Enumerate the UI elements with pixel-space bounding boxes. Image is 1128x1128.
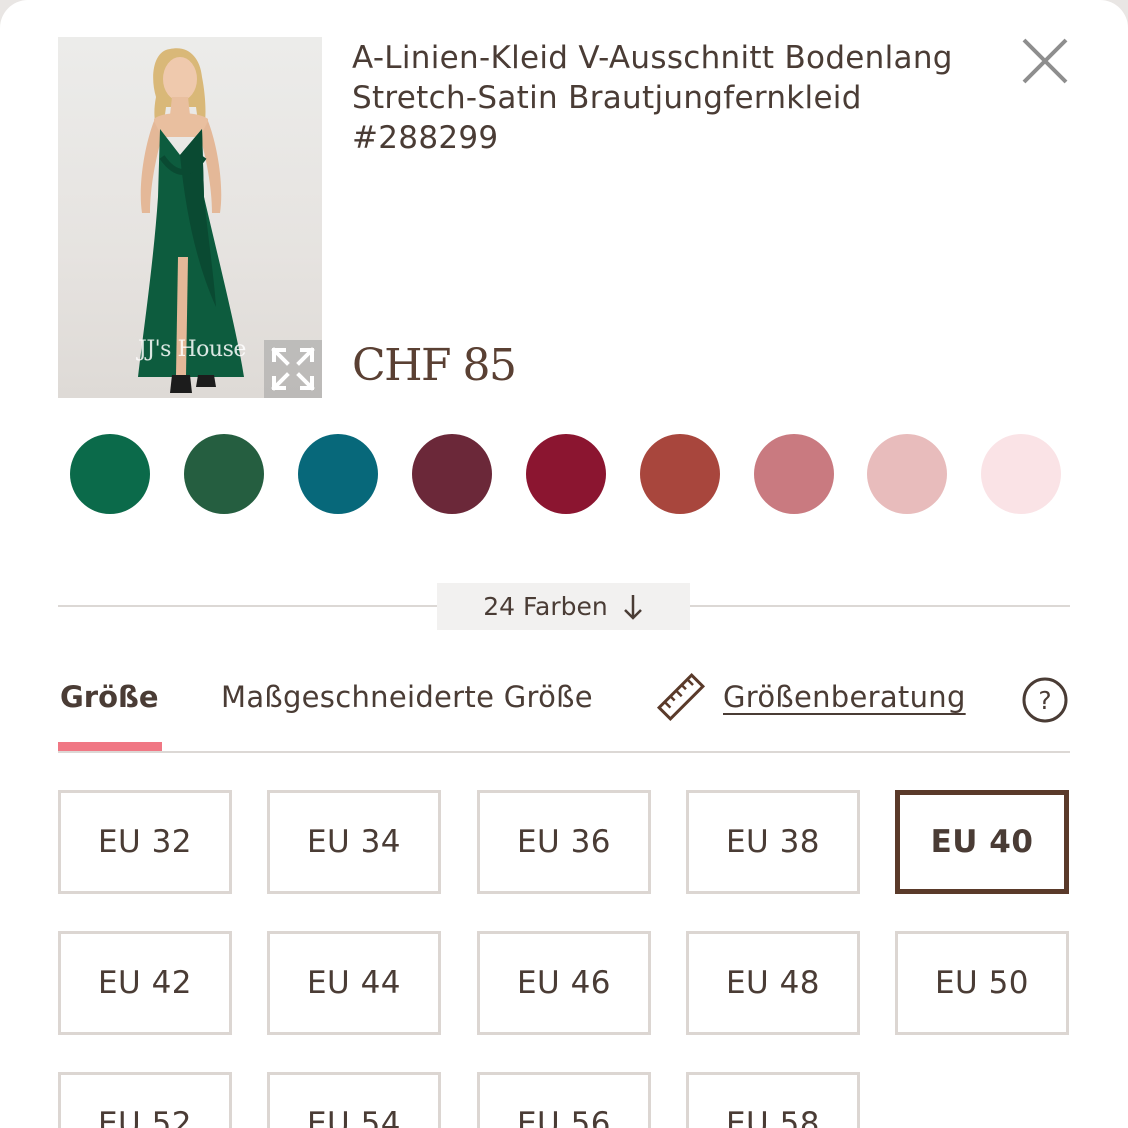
- size-option[interactable]: EU 46: [477, 931, 651, 1035]
- color-swatch[interactable]: [184, 434, 264, 514]
- more-colors-label: 24 Farben: [483, 592, 608, 621]
- color-swatch[interactable]: [981, 434, 1061, 514]
- color-swatch[interactable]: [867, 434, 947, 514]
- size-option[interactable]: EU 32: [58, 790, 232, 894]
- svg-text:?: ?: [1038, 686, 1051, 715]
- arrow-down-icon: [623, 594, 642, 620]
- size-tabs: Größe Maßgeschneiderte Größe Größenberat…: [58, 670, 1070, 754]
- size-option[interactable]: EU 34: [267, 790, 441, 894]
- color-swatch[interactable]: [526, 434, 606, 514]
- divider-right: [690, 605, 1070, 607]
- expand-icon: [271, 347, 315, 391]
- size-option-selected[interactable]: EU 40: [895, 790, 1069, 894]
- size-option[interactable]: EU 42: [58, 931, 232, 1035]
- size-option[interactable]: EU 36: [477, 790, 651, 894]
- size-option[interactable]: EU 44: [267, 931, 441, 1035]
- question-circle-icon[interactable]: ?: [1020, 675, 1070, 725]
- product-title: A-Linien-Kleid V-Ausschnitt Bodenlang St…: [352, 40, 953, 156]
- ruler-icon: [656, 672, 706, 722]
- size-option[interactable]: EU 48: [686, 931, 860, 1035]
- tab-size[interactable]: Größe: [60, 680, 159, 714]
- size-option[interactable]: EU 56: [477, 1072, 651, 1128]
- size-option[interactable]: EU 38: [686, 790, 860, 894]
- size-option[interactable]: EU 50: [895, 931, 1069, 1035]
- product-price: CHF 85: [352, 340, 517, 391]
- color-swatch[interactable]: [70, 434, 150, 514]
- color-swatch[interactable]: [640, 434, 720, 514]
- brand-watermark: JJ's House: [138, 337, 246, 362]
- expand-image-button[interactable]: [264, 340, 322, 398]
- tab-custom-size[interactable]: Maßgeschneiderte Größe: [221, 680, 593, 714]
- size-option[interactable]: EU 54: [267, 1072, 441, 1128]
- size-option[interactable]: EU 52: [58, 1072, 232, 1128]
- active-tab-indicator: [58, 742, 162, 751]
- color-swatch[interactable]: [412, 434, 492, 514]
- tabs-divider: [58, 751, 1070, 753]
- product-sheet: JJ's House A-Linien-Kleid V-Ausschnitt B…: [0, 0, 1128, 1128]
- divider-left: [58, 605, 438, 607]
- close-icon: [1022, 38, 1068, 84]
- close-button[interactable]: [1016, 34, 1074, 88]
- more-colors-button[interactable]: 24 Farben: [437, 583, 690, 630]
- size-option[interactable]: EU 58: [686, 1072, 860, 1128]
- size-advice-link[interactable]: Größenberatung: [723, 680, 966, 714]
- color-swatch[interactable]: [298, 434, 378, 514]
- color-swatch[interactable]: [754, 434, 834, 514]
- color-swatches: [70, 434, 1070, 514]
